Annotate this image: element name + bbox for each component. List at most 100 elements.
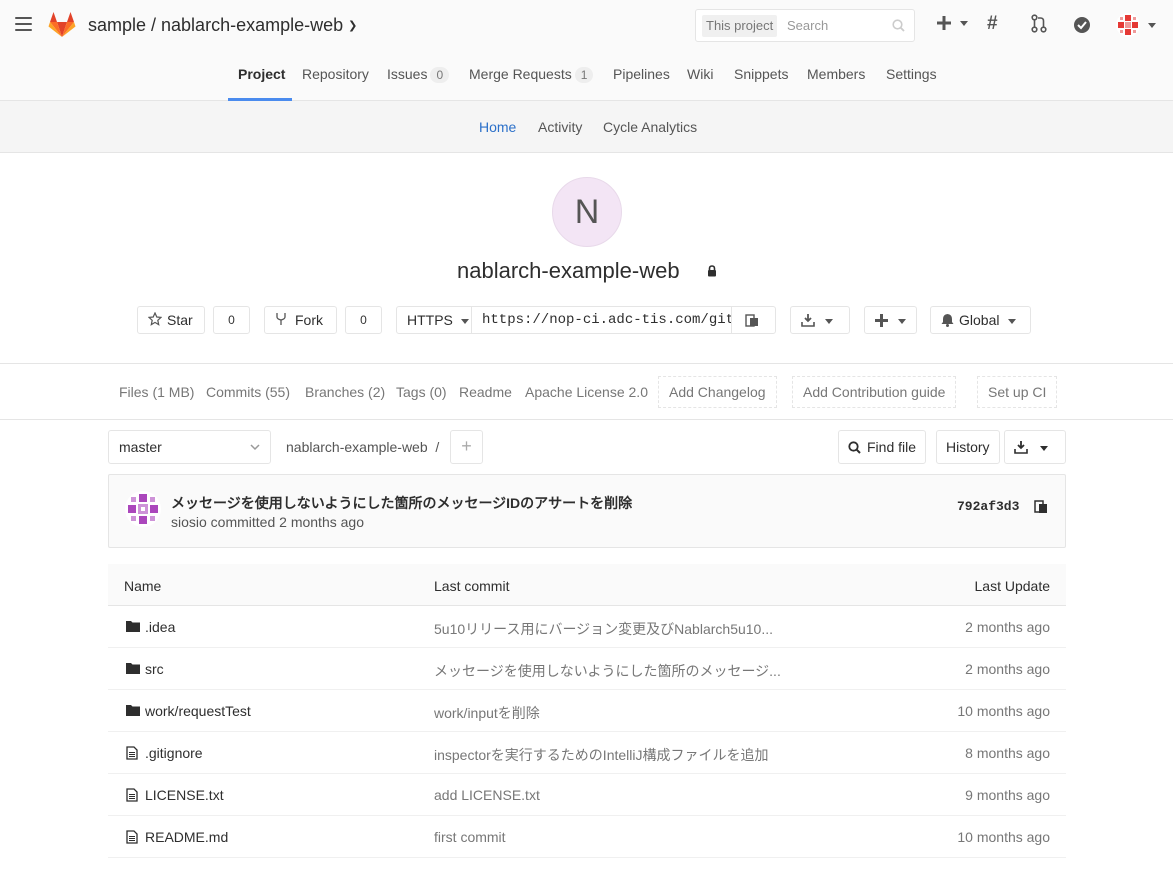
history-button[interactable]: History — [936, 430, 1000, 464]
copy-url-button[interactable] — [731, 306, 776, 334]
clipboard-icon[interactable] — [1034, 499, 1048, 514]
download-icon — [1014, 441, 1028, 454]
file-name-link[interactable]: .gitignore — [145, 745, 203, 761]
subtab-activity[interactable]: Activity — [538, 119, 582, 135]
caret-down-icon — [1147, 22, 1156, 28]
add-contribution-guide-button[interactable]: Add Contribution guide — [792, 376, 957, 408]
find-file-button[interactable]: Find file — [838, 430, 927, 464]
tab-wiki[interactable]: Wiki — [687, 66, 713, 82]
stat-branches-link[interactable]: Branches (2) — [305, 384, 385, 400]
plus-icon — [875, 314, 888, 327]
table-row[interactable]: README.md first commit 10 months ago — [108, 816, 1066, 858]
subtab-home[interactable]: Home — [479, 119, 516, 135]
commit-message-link[interactable]: メッセージを使用しないようにした箇所のメッセージ... — [434, 661, 781, 681]
breadcrumb-root[interactable]: nablarch-example-web — [286, 439, 428, 455]
star-count[interactable]: 0 — [213, 306, 250, 334]
find-file-label: Find file — [867, 439, 917, 455]
hash-icon[interactable]: # — [987, 13, 998, 35]
user-avatar-dropdown[interactable] — [1116, 13, 1156, 37]
search-placeholder: Search — [787, 18, 829, 33]
tab-issues[interactable]: Issues 0 — [387, 66, 450, 83]
avatar — [1116, 13, 1140, 37]
project-path-text: sample / nablarch-example-web — [88, 15, 344, 35]
stat-files-link[interactable]: Files (1 MB) — [119, 384, 194, 400]
caret-down-icon — [460, 318, 469, 324]
caret-down-icon — [824, 318, 833, 324]
file-name-link[interactable]: .idea — [145, 619, 175, 635]
table-row[interactable]: src メッセージを使用しないようにした箇所のメッセージ... 2 months… — [108, 648, 1066, 690]
last-update-text: 2 months ago — [965, 619, 1050, 635]
commit-message-link[interactable]: work/inputを削除 — [434, 703, 540, 723]
project-avatar: N — [552, 177, 622, 247]
table-row[interactable]: .idea 5u10リリース用にバージョン変更及びNablarch5u10...… — [108, 606, 1066, 648]
tab-members[interactable]: Members — [807, 66, 865, 82]
fork-count[interactable]: 0 — [345, 306, 382, 334]
merge-request-icon[interactable] — [1031, 14, 1047, 33]
download-dropdown-button[interactable] — [790, 306, 850, 334]
project-name: nablarch-example-web — [457, 258, 680, 283]
stat-commits-link[interactable]: Commits (55) — [206, 384, 290, 400]
folder-icon — [126, 705, 140, 716]
search-input[interactable]: This project Search — [695, 9, 915, 42]
tab-settings[interactable]: Settings — [886, 66, 937, 82]
tab-merge-requests[interactable]: Merge Requests 1 — [469, 66, 594, 83]
commit-message-link[interactable]: inspectorを実行するためのIntelliJ構成ファイルを追加 — [434, 745, 769, 765]
tab-project[interactable]: Project — [238, 66, 285, 82]
commit-message-link[interactable]: add LICENSE.txt — [434, 787, 540, 803]
tab-pipelines[interactable]: Pipelines — [613, 66, 670, 82]
last-commit-title-link[interactable]: メッセージを使用しないようにした箇所のメッセージIDのアサートを削除 — [171, 493, 632, 513]
stat-license-link[interactable]: Apache License 2.0 — [525, 384, 648, 400]
file-name-link[interactable]: LICENSE.txt — [145, 787, 224, 803]
commit-message-link[interactable]: 5u10リリース用にバージョン変更及びNablarch5u10... — [434, 619, 773, 639]
plus-icon — [937, 16, 951, 31]
gitlab-logo-icon[interactable] — [48, 12, 76, 38]
caret-down-icon — [959, 20, 968, 26]
subtab-cycle-analytics[interactable]: Cycle Analytics — [603, 119, 697, 135]
stat-readme-link[interactable]: Readme — [459, 384, 512, 400]
lock-icon — [708, 265, 716, 277]
add-to-tree-button[interactable]: + — [450, 430, 483, 464]
hamburger-menu-icon[interactable] — [15, 17, 32, 31]
file-name-link[interactable]: src — [145, 661, 164, 677]
fork-button[interactable]: Fork — [264, 306, 337, 334]
breadcrumb-separator: / — [435, 439, 440, 455]
tab-merge-requests-label: Merge Requests — [469, 66, 572, 82]
add-dropdown-button[interactable] — [864, 306, 917, 334]
branch-select[interactable]: master — [108, 430, 271, 464]
todo-check-icon[interactable] — [1073, 16, 1091, 34]
stat-tags-link[interactable]: Tags (0) — [396, 384, 447, 400]
add-changelog-button[interactable]: Add Changelog — [658, 376, 777, 408]
commit-message-link[interactable]: first commit — [434, 829, 506, 845]
table-header: Name Last commit Last Update — [108, 564, 1066, 606]
notification-dropdown-button[interactable]: Global — [930, 306, 1031, 334]
clone-url-input[interactable]: https://nop-ci.adc-tis.com/gitlab/sample… — [471, 306, 732, 334]
caret-down-icon — [1008, 318, 1017, 324]
clone-protocol-dropdown[interactable]: HTTPS — [396, 306, 472, 334]
tree-download-dropdown-button[interactable] — [1004, 430, 1066, 464]
commit-sha-link[interactable]: 792af3d3 — [957, 499, 1019, 514]
new-dropdown-button[interactable] — [936, 14, 968, 31]
branch-name: master — [119, 439, 162, 455]
table-row[interactable]: LICENSE.txt add LICENSE.txt 9 months ago — [108, 774, 1066, 816]
tab-repository[interactable]: Repository — [302, 66, 369, 82]
caret-down-icon — [897, 318, 906, 324]
project-nav: Project Repository Issues 0 Merge Request… — [0, 52, 1173, 101]
folder-icon — [126, 621, 140, 632]
breadcrumb: nablarch-example-web / — [286, 439, 439, 455]
last-update-text: 10 months ago — [957, 703, 1050, 719]
tab-snippets[interactable]: Snippets — [734, 66, 788, 82]
setup-ci-button[interactable]: Set up CI — [977, 376, 1058, 408]
chevron-down-icon — [250, 444, 260, 451]
file-name-link[interactable]: work/requestTest — [145, 703, 251, 719]
star-button[interactable]: Star — [137, 306, 205, 334]
clone-protocol-label: HTTPS — [407, 312, 453, 328]
project-title-link[interactable]: sample / nablarch-example-web ❯ — [88, 15, 357, 36]
table-row[interactable]: work/requestTest work/inputを削除 10 months… — [108, 690, 1066, 732]
download-icon — [801, 314, 815, 327]
project-subnav: Home Activity Cycle Analytics — [0, 101, 1173, 153]
file-name-link[interactable]: README.md — [145, 829, 228, 845]
table-row[interactable]: .gitignore inspectorを実行するためのIntelliJ構成ファ… — [108, 732, 1066, 774]
divider — [0, 419, 1173, 420]
last-update-text: 9 months ago — [965, 787, 1050, 803]
avatar[interactable] — [125, 491, 161, 527]
